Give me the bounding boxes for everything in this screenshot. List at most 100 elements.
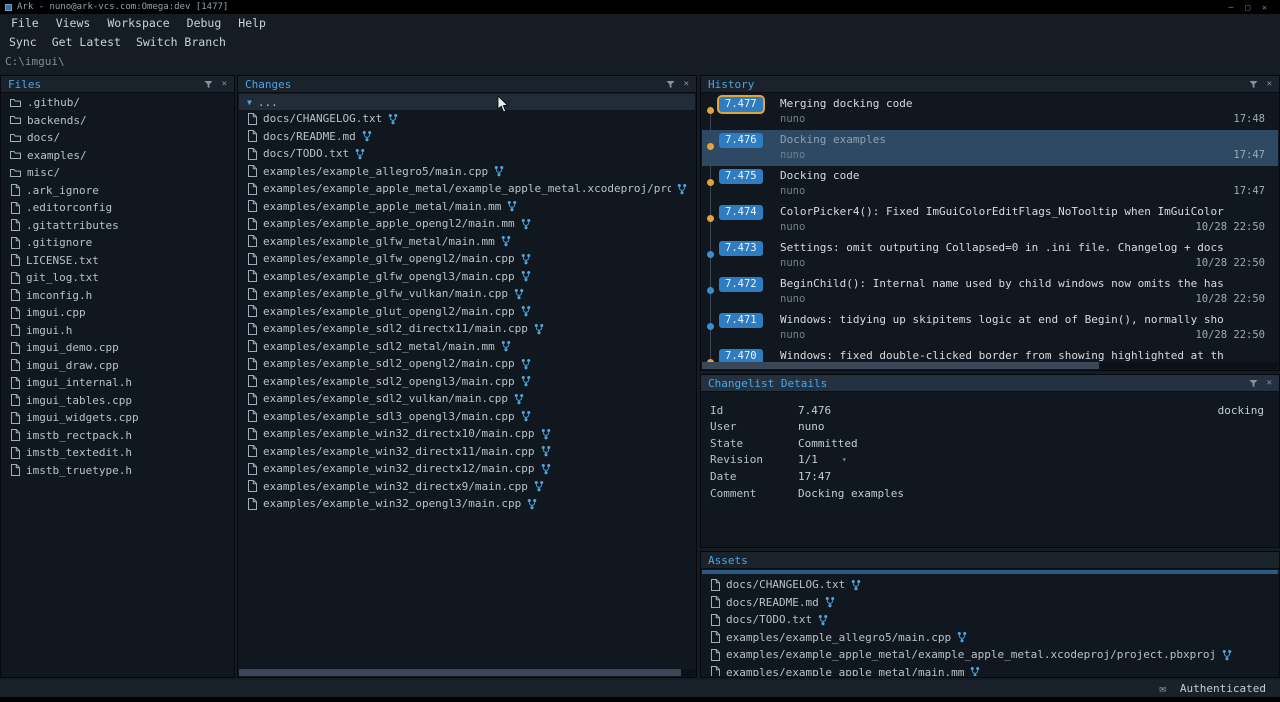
- changed-file-row[interactable]: examples/example_apple_opengl2/main.mm: [239, 215, 695, 233]
- file-tree-item[interactable]: imgui_internal.h: [2, 374, 233, 392]
- changed-file-row[interactable]: examples/example_sdl2_opengl3/main.cpp: [239, 373, 695, 391]
- changed-status-icon: [534, 323, 544, 335]
- dropdown-arrow-icon[interactable]: ▾: [842, 455, 847, 464]
- changed-file-path: examples/example_sdl2_directx11/main.cpp: [263, 322, 528, 335]
- horizontal-scrollbar[interactable]: [702, 362, 1278, 369]
- changed-file-row[interactable]: examples/example_sdl2_opengl2/main.cpp: [239, 355, 695, 373]
- file-tree-item[interactable]: .gitattributes: [2, 217, 233, 235]
- changed-file-row[interactable]: examples/example_glfw_opengl3/main.cpp: [239, 268, 695, 286]
- file-tree-item[interactable]: imstb_truetype.h: [2, 462, 233, 480]
- changed-file-row[interactable]: examples/example_allegro5/main.cpp: [239, 163, 695, 181]
- history-commit-row[interactable]: 7.473Settings: omit outputing Collapsed=…: [702, 238, 1278, 274]
- file-icon: [10, 272, 20, 284]
- changed-file-row[interactable]: examples/example_sdl3_opengl3/main.cpp: [239, 408, 695, 426]
- file-tree-item[interactable]: imgui.cpp: [2, 304, 233, 322]
- asset-row[interactable]: docs/CHANGELOG.txt: [702, 576, 1278, 594]
- file-tree-item[interactable]: .gitignore: [2, 234, 233, 252]
- file-tree-item[interactable]: imgui_draw.cpp: [2, 357, 233, 375]
- changed-file-row[interactable]: examples/example_sdl2_directx11/main.cpp: [239, 320, 695, 338]
- changed-file-row[interactable]: examples/example_win32_directx11/main.cp…: [239, 443, 695, 461]
- changed-file-path: examples/example_win32_directx10/main.cp…: [263, 427, 535, 440]
- close-panel-icon[interactable]: ✕: [1267, 378, 1272, 388]
- file-icon: [10, 359, 20, 371]
- changed-file-row[interactable]: examples/example_glut_opengl2/main.cpp: [239, 303, 695, 321]
- file-tree-item[interactable]: imgui_tables.cpp: [2, 392, 233, 410]
- maximize-icon[interactable]: □: [1245, 3, 1250, 12]
- file-tree-item[interactable]: imgui.h: [2, 322, 233, 340]
- commit-dot-icon: [707, 215, 714, 222]
- changed-file-row[interactable]: docs/TODO.txt: [239, 145, 695, 163]
- menu-item-views[interactable]: Views: [56, 16, 91, 30]
- file-tree-item[interactable]: imconfig.h: [2, 287, 233, 305]
- filter-icon[interactable]: [666, 80, 675, 89]
- file-icon: [10, 429, 20, 441]
- changed-file-row[interactable]: examples/example_apple_metal/example_app…: [239, 180, 695, 198]
- changed-status-icon: [677, 183, 687, 195]
- asset-row[interactable]: examples/example_allegro5/main.cpp: [702, 629, 1278, 647]
- menu-item-help[interactable]: Help: [238, 16, 266, 30]
- file-tree-item[interactable]: imgui_widgets.cpp: [2, 409, 233, 427]
- commit-author: nuno: [780, 257, 805, 269]
- filter-icon[interactable]: [204, 80, 213, 89]
- file-name: .editorconfig: [26, 201, 112, 214]
- changed-file-row[interactable]: examples/example_win32_opengl3/main.cpp: [239, 495, 695, 513]
- close-icon[interactable]: ✕: [1262, 3, 1267, 12]
- file-tree-item[interactable]: imstb_textedit.h: [2, 444, 233, 462]
- close-panel-icon[interactable]: ✕: [1267, 79, 1272, 89]
- history-commit-row[interactable]: 7.472BeginChild(): Internal name used by…: [702, 274, 1278, 310]
- filter-icon[interactable]: [1249, 80, 1258, 89]
- filter-icon[interactable]: [1249, 379, 1258, 388]
- history-commit-row[interactable]: 7.477Merging docking codenuno17:48: [702, 94, 1278, 130]
- changed-file-path: examples/example_glut_opengl2/main.cpp: [263, 305, 515, 318]
- asset-row[interactable]: docs/TODO.txt: [702, 611, 1278, 629]
- mail-icon[interactable]: ✉: [1159, 682, 1166, 695]
- changed-file-row[interactable]: examples/example_glfw_opengl2/main.cpp: [239, 250, 695, 268]
- file-tree-item[interactable]: .editorconfig: [2, 199, 233, 217]
- file-tree-item[interactable]: .github/: [2, 94, 233, 112]
- asset-row[interactable]: examples/example_apple_metal/main.mm: [702, 664, 1278, 677]
- field-label: Comment: [710, 487, 798, 500]
- toolbar-button-switch-branch[interactable]: Switch Branch: [136, 35, 226, 49]
- history-commit-row[interactable]: 7.475Docking codenuno17:47: [702, 166, 1278, 202]
- file-tree-item[interactable]: LICENSE.txt: [2, 252, 233, 270]
- changed-file-row[interactable]: examples/example_sdl2_metal/main.mm: [239, 338, 695, 356]
- menu-item-workspace[interactable]: Workspace: [107, 16, 169, 30]
- commit-author: nuno: [780, 185, 805, 197]
- changed-file-row[interactable]: examples/example_glfw_metal/main.mm: [239, 233, 695, 251]
- horizontal-scrollbar[interactable]: [239, 669, 695, 676]
- file-tree-item[interactable]: backends/: [2, 112, 233, 130]
- asset-row[interactable]: docs/README.md: [702, 594, 1278, 612]
- file-tree-item[interactable]: git_log.txt: [2, 269, 233, 287]
- expander-icon[interactable]: ▼: [247, 98, 252, 107]
- close-panel-icon[interactable]: ✕: [222, 79, 227, 89]
- file-tree-item[interactable]: imgui_demo.cpp: [2, 339, 233, 357]
- toolbar-button-get-latest[interactable]: Get Latest: [52, 35, 121, 49]
- scrollbar-thumb[interactable]: [702, 362, 1099, 369]
- changed-file-row[interactable]: docs/CHANGELOG.txt: [239, 110, 695, 128]
- history-commit-row[interactable]: 7.471Windows: tidying up skipitems logic…: [702, 310, 1278, 346]
- file-icon: [10, 324, 20, 336]
- scrollbar-thumb[interactable]: [239, 669, 681, 676]
- file-tree-item[interactable]: docs/: [2, 129, 233, 147]
- changed-file-row[interactable]: examples/example_sdl2_vulkan/main.cpp: [239, 390, 695, 408]
- changed-file-row[interactable]: examples/example_win32_directx9/main.cpp: [239, 478, 695, 496]
- menu-item-file[interactable]: File: [11, 16, 39, 30]
- changed-file-row[interactable]: docs/README.md: [239, 128, 695, 146]
- changes-root-row[interactable]: ▼...: [239, 94, 695, 110]
- file-tree-item[interactable]: .ark_ignore: [2, 182, 233, 200]
- toolbar-button-sync[interactable]: Sync: [9, 35, 37, 49]
- changed-file-row[interactable]: examples/example_win32_directx12/main.cp…: [239, 460, 695, 478]
- file-tree-item[interactable]: misc/: [2, 164, 233, 182]
- changed-file-row[interactable]: examples/example_apple_metal/main.mm: [239, 198, 695, 216]
- minimize-icon[interactable]: ─: [1229, 3, 1234, 12]
- auth-status: Authenticated: [1180, 682, 1266, 695]
- close-panel-icon[interactable]: ✕: [684, 79, 689, 89]
- changed-file-row[interactable]: examples/example_win32_directx10/main.cp…: [239, 425, 695, 443]
- history-commit-row[interactable]: 7.476Docking examplesnuno17:47: [702, 130, 1278, 166]
- file-tree-item[interactable]: examples/: [2, 147, 233, 165]
- changed-file-row[interactable]: examples/example_glfw_vulkan/main.cpp: [239, 285, 695, 303]
- menu-item-debug[interactable]: Debug: [187, 16, 222, 30]
- history-commit-row[interactable]: 7.474ColorPicker4(): Fixed ImGuiColorEdi…: [702, 202, 1278, 238]
- file-tree-item[interactable]: imstb_rectpack.h: [2, 427, 233, 445]
- asset-row[interactable]: examples/example_apple_metal/example_app…: [702, 646, 1278, 664]
